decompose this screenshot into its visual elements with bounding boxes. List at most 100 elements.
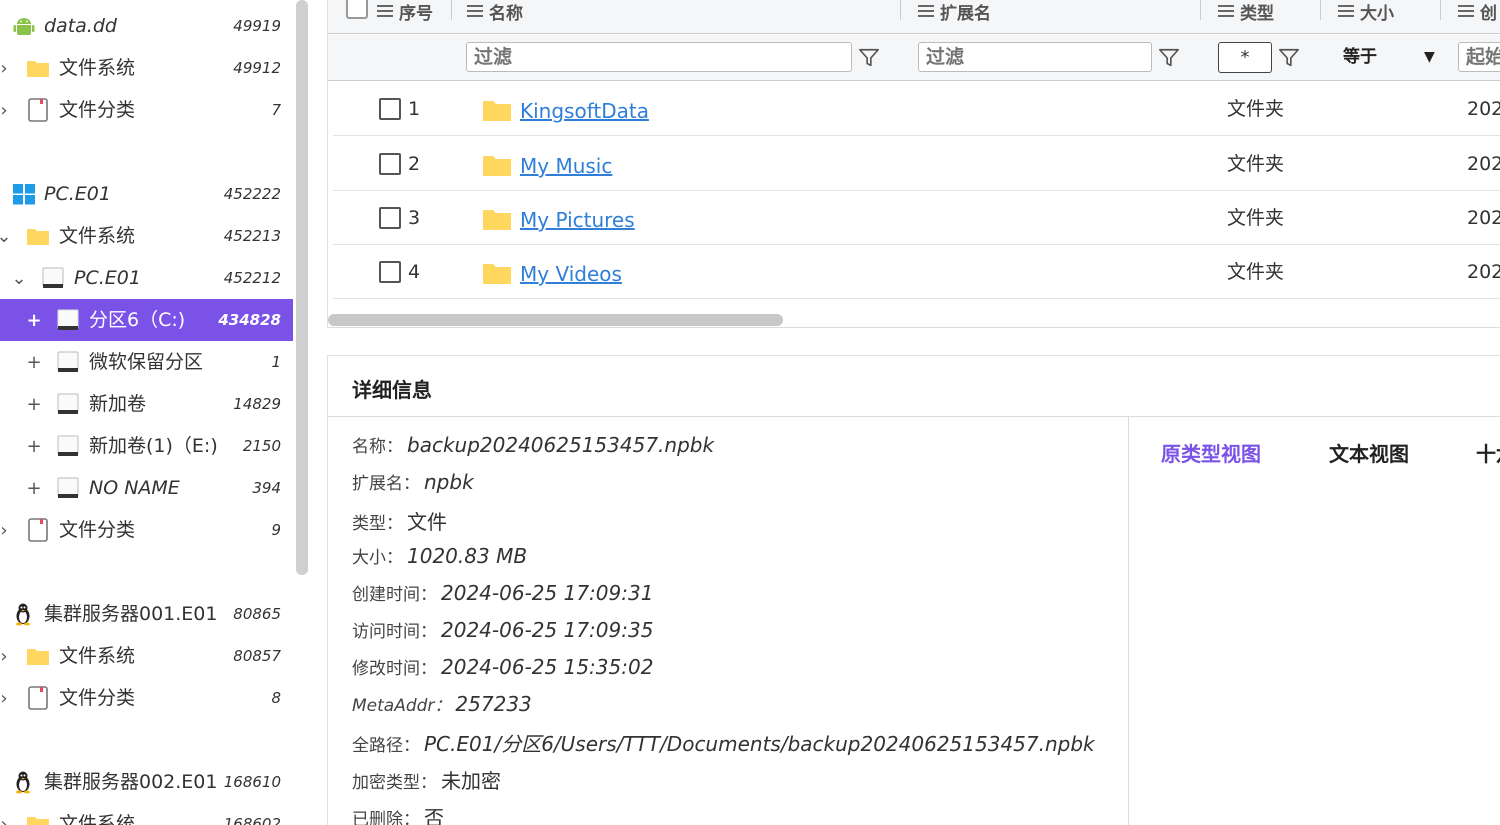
row-checkbox[interactable] bbox=[379, 98, 401, 120]
column-header-label: 扩展名 bbox=[940, 3, 991, 24]
divider[interactable] bbox=[1128, 417, 1129, 825]
column-header-size[interactable]: 大小 bbox=[1338, 0, 1394, 24]
sidebar-scrollbar[interactable] bbox=[296, 0, 308, 575]
list-icon bbox=[918, 4, 934, 18]
expand-plus-icon[interactable]: + bbox=[24, 425, 44, 467]
linux-icon bbox=[16, 771, 30, 794]
tree-item-file-category[interactable]: › 文件分类 7 bbox=[0, 89, 293, 131]
created-filter-input[interactable] bbox=[1458, 42, 1500, 72]
folder-icon bbox=[27, 817, 49, 825]
column-divider[interactable] bbox=[900, 0, 901, 20]
column-divider[interactable] bbox=[1320, 0, 1321, 20]
chevron-right-icon[interactable]: › bbox=[0, 509, 14, 551]
prop-value: backup20240625153457.npbk bbox=[407, 433, 715, 457]
column-header-label: 大小 bbox=[1360, 3, 1394, 24]
dropdown-arrow-icon[interactable]: ▼ bbox=[1424, 42, 1435, 72]
name-filter-input[interactable] bbox=[466, 42, 852, 72]
table-row[interactable]: 3 My Pictures 文件夹 202 bbox=[333, 191, 1500, 245]
chevron-right-icon[interactable]: › bbox=[0, 47, 14, 89]
details-title: 详细信息 bbox=[352, 378, 432, 402]
tree-item-label: 文件系统 bbox=[59, 57, 136, 79]
tree-item-pc-e01-disk[interactable]: ⌄ PC.E01 452212 bbox=[0, 257, 293, 299]
filter-icon[interactable] bbox=[1158, 47, 1180, 69]
row-checkbox[interactable] bbox=[379, 207, 401, 229]
row-created: 202 bbox=[1467, 261, 1500, 283]
expand-plus-icon[interactable]: + bbox=[24, 299, 44, 341]
column-header-index[interactable]: 序号 bbox=[377, 0, 433, 24]
row-name-link[interactable]: My Pictures bbox=[520, 191, 635, 249]
column-header-name[interactable]: 名称 bbox=[467, 0, 523, 24]
column-header-label: 创 bbox=[1480, 3, 1497, 24]
tree-item-label: NO NAME bbox=[89, 477, 180, 499]
type-filter-select[interactable]: * bbox=[1218, 42, 1272, 73]
column-header-label: 序号 bbox=[399, 3, 433, 24]
row-checkbox[interactable] bbox=[379, 261, 401, 283]
tree-item-label: 微软保留分区 bbox=[89, 351, 204, 373]
tab-hex-view[interactable]: 十六 bbox=[1476, 438, 1500, 467]
tree-item-pc-e01[interactable]: PC.E01 452222 bbox=[0, 173, 293, 215]
tree-item-label: data.dd bbox=[44, 15, 117, 37]
tree-item-count: 394 bbox=[252, 479, 281, 497]
row-type: 文件夹 bbox=[1227, 207, 1285, 229]
expand-plus-icon[interactable]: + bbox=[24, 383, 44, 425]
tree-item-filesystem[interactable]: › 文件系统 80857 bbox=[0, 635, 293, 677]
prop-extension: 扩展名： npbk bbox=[352, 469, 474, 499]
tree-item-data-dd[interactable]: data.dd 49919 bbox=[0, 5, 293, 47]
row-name-link[interactable]: My Music bbox=[520, 137, 612, 195]
tree-item-count: 168602 bbox=[223, 815, 281, 825]
drive-icon bbox=[57, 309, 79, 330]
tree-item-filesystem[interactable]: ⌄ 文件系统 452213 bbox=[0, 215, 293, 257]
filter-icon[interactable] bbox=[1278, 47, 1300, 69]
horizontal-scrollbar-thumb[interactable] bbox=[328, 314, 783, 326]
tree-item-label: 集群服务器001.E01 bbox=[44, 603, 218, 625]
tree-item-partition6-selected[interactable]: + 分区6（C:) 434828 bbox=[0, 299, 293, 341]
row-type: 文件夹 bbox=[1227, 98, 1285, 120]
row-name-link[interactable]: KingsoftData bbox=[520, 82, 649, 140]
column-divider[interactable] bbox=[1200, 0, 1201, 20]
tree-item-new-volume[interactable]: + 新加卷 14829 bbox=[0, 383, 293, 425]
chevron-right-icon[interactable]: › bbox=[0, 89, 14, 131]
chevron-right-icon[interactable]: › bbox=[0, 635, 14, 677]
column-header-created[interactable]: 创 bbox=[1458, 0, 1497, 24]
tree-item-filesystem[interactable]: › 文件系统 49912 bbox=[0, 47, 293, 89]
tree-item-no-name[interactable]: + NO NAME 394 bbox=[0, 467, 293, 509]
tree-item-file-category[interactable]: › 文件分类 8 bbox=[0, 677, 293, 719]
table-row[interactable]: 2 My Music 文件夹 202 bbox=[333, 137, 1500, 191]
prop-label: 扩展名： bbox=[352, 474, 420, 494]
tree-item-filesystem[interactable]: › 文件系统 168602 bbox=[0, 803, 293, 825]
tree-item-cluster-001[interactable]: 集群服务器001.E01 80865 bbox=[0, 593, 293, 635]
expand-plus-icon[interactable]: + bbox=[24, 467, 44, 509]
filter-row: * 等于 ▼ bbox=[328, 35, 1500, 81]
tree-item-ms-reserved[interactable]: + 微软保留分区 1 bbox=[0, 341, 293, 383]
tab-original-view[interactable]: 原类型视图 bbox=[1161, 438, 1261, 467]
tab-text-view[interactable]: 文本视图 bbox=[1329, 438, 1409, 467]
size-operator-select[interactable]: 等于 bbox=[1343, 42, 1377, 72]
tree-item-label: 文件系统 bbox=[59, 225, 136, 247]
drive-icon bbox=[42, 267, 64, 288]
ext-filter-input[interactable] bbox=[918, 42, 1152, 72]
expand-plus-icon[interactable]: + bbox=[24, 341, 44, 383]
table-row[interactable]: 4 My Videos 文件夹 202 bbox=[333, 245, 1500, 299]
column-divider[interactable] bbox=[451, 0, 452, 20]
tree-item-new-volume-e[interactable]: + 新加卷(1)（E:) 2150 bbox=[0, 425, 293, 467]
tree-item-cluster-002[interactable]: 集群服务器002.E01 168610 bbox=[0, 761, 293, 803]
chevron-down-icon[interactable]: ⌄ bbox=[0, 215, 14, 257]
column-header-type[interactable]: 类型 bbox=[1218, 0, 1274, 24]
tree-item-file-category[interactable]: › 文件分类 9 bbox=[0, 509, 293, 551]
chevron-right-icon[interactable]: › bbox=[0, 803, 14, 825]
filter-icon[interactable] bbox=[858, 47, 880, 69]
tree-item-count: 14829 bbox=[233, 395, 281, 413]
chevron-right-icon[interactable]: › bbox=[0, 677, 14, 719]
table-row[interactable]: 1 KingsoftData 文件夹 202 bbox=[333, 82, 1500, 136]
prop-full-path: 全路径： PC.E01/分区6/Users/TTT/Documents/back… bbox=[352, 728, 1095, 758]
chevron-down-icon[interactable]: ⌄ bbox=[9, 257, 29, 299]
row-checkbox[interactable] bbox=[379, 153, 401, 175]
tree-item-label: PC.E01 bbox=[74, 267, 141, 289]
column-header-ext[interactable]: 扩展名 bbox=[918, 0, 991, 24]
sidebar-scrollbar-thumb[interactable] bbox=[296, 0, 308, 575]
prop-metaaddr: MetaAddr： 257233 bbox=[352, 691, 532, 721]
row-name-link[interactable]: My Videos bbox=[520, 245, 622, 303]
select-all-checkbox[interactable] bbox=[346, 0, 368, 19]
tree-item-count: 49919 bbox=[233, 17, 281, 35]
column-divider[interactable] bbox=[1440, 0, 1441, 20]
